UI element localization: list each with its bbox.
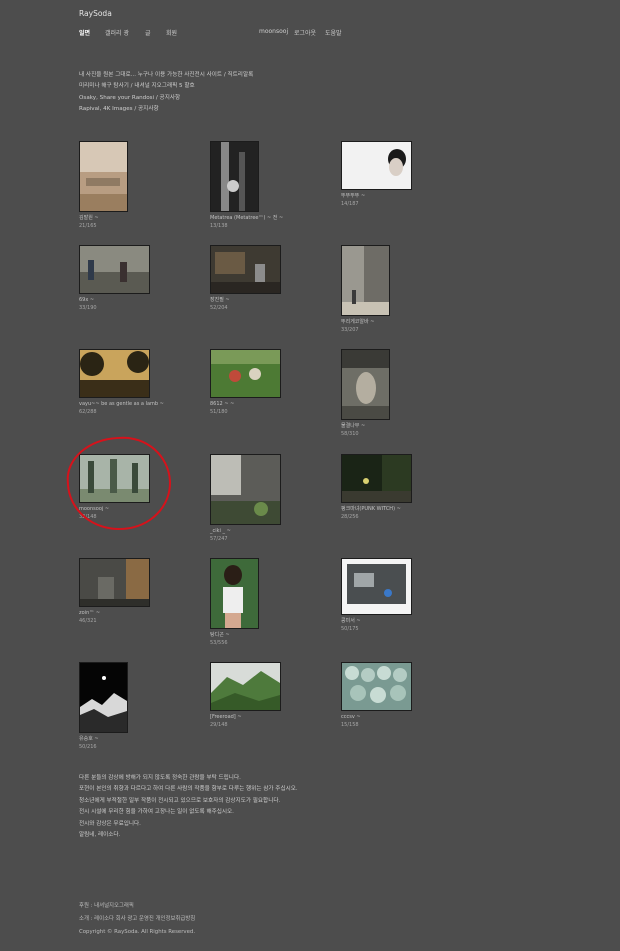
- gallery-item: 콩미서 ~ 50/175: [341, 558, 461, 633]
- gallery-item: _ciki _ ~ 57/247: [210, 454, 330, 543]
- gallery-item: 69x ~ 33/190: [79, 245, 199, 312]
- gallery-notice: 다른 분들의 감상에 방해가 되지 않도록 정숙한 관람을 부탁 드립니다. 포…: [79, 773, 298, 841]
- gallery-caption[interactable]: 69x ~: [79, 296, 199, 304]
- notice-line: 알림네, 레이소다.: [79, 832, 121, 839]
- footer-copyright: Copyright © RaySoda. All Rights Reserved…: [79, 929, 196, 935]
- gallery-item: zoin™ ~ 46/321: [79, 558, 199, 625]
- gallery-thumbnail[interactable]: [79, 141, 128, 212]
- intro-link[interactable]: 미리미나 해구 탐사기 / 내셔널 지오그래픽 5 할호: [79, 81, 253, 92]
- gallery-item: 뚜리게코알바 ~ 33/207: [341, 245, 461, 334]
- gallery-caption[interactable]: 8612 ~ ~: [210, 400, 330, 408]
- gallery-thumbnail[interactable]: [210, 558, 259, 629]
- gallery-count: 46/321: [79, 618, 97, 624]
- gallery-thumbnail[interactable]: [79, 454, 150, 503]
- gallery-caption[interactable]: [Freeroad] ~: [210, 713, 330, 721]
- gallery-item: 유승호 ~ 50/216: [79, 662, 199, 751]
- notice-line: 전시와 감상은 무료입니다.: [79, 820, 141, 827]
- gallery-item: 8612 ~ ~ 51/180: [210, 349, 330, 416]
- nav-item-logout[interactable]: 로그아웃: [294, 28, 316, 37]
- gallery-item: moonsooj ~ 32/148: [79, 454, 199, 521]
- gallery-thumbnail[interactable]: [210, 349, 281, 398]
- gallery-caption[interactable]: _ciki _ ~: [210, 527, 330, 535]
- gallery-thumbnail[interactable]: [341, 141, 412, 190]
- gallery-thumbnail[interactable]: [341, 662, 412, 711]
- intro-link[interactable]: Rapival, 4K Images / 공지사항: [79, 104, 253, 115]
- notice-line: 다른 분들의 감상에 방해가 되지 않도록 정숙한 관람을 부탁 드립니다.: [79, 775, 241, 781]
- nav-item-gallery[interactable]: 갤러리 광: [105, 28, 129, 37]
- gallery-count: 21/165: [79, 223, 97, 229]
- gallery-thumbnail[interactable]: [210, 245, 281, 294]
- nav-item-posts[interactable]: 글: [145, 28, 151, 37]
- gallery-caption[interactable]: 펑크마녀(PUNK WITCH) ~: [341, 505, 461, 513]
- nav-item-members[interactable]: 회원: [166, 28, 177, 37]
- gallery-item: 장진필 ~ 52/204: [210, 245, 330, 312]
- gallery-count: 33/190: [79, 305, 97, 311]
- notice-line: 포현이 본인의 취향과 다르다고 하여 다른 사람의 작품을 함부로 다루는 행…: [79, 786, 298, 793]
- gallery-caption[interactable]: 유승호 ~: [79, 735, 199, 743]
- gallery-thumbnail[interactable]: [79, 245, 150, 294]
- gallery-item: [Freeroad] ~ 29/148: [210, 662, 330, 729]
- gallery-count: 50/175: [341, 626, 359, 632]
- gallery-thumbnail[interactable]: [210, 141, 259, 212]
- gallery-count: 62/288: [79, 409, 97, 415]
- gallery-caption[interactable]: Metatrea (Metatree™) ~ 전 ~: [210, 214, 330, 222]
- gallery-caption[interactable]: vayu~~ be as gentle as a lamb ~: [79, 400, 199, 408]
- gallery-count: 13/138: [210, 223, 228, 229]
- gallery-item: 뚜뚜뚜뚜 ~ 14/187: [341, 141, 461, 208]
- gallery-thumbnail[interactable]: [210, 662, 281, 711]
- footer-sponsor[interactable]: 후원 : 내셔널지오그래픽: [79, 900, 195, 913]
- gallery-thumbnail[interactable]: [210, 454, 281, 525]
- gallery-item: 탕디곤 ~ 53/556: [210, 558, 330, 647]
- gallery-caption[interactable]: zoin™ ~: [79, 609, 199, 617]
- gallery-caption[interactable]: 뚜리게코알바 ~: [341, 318, 461, 326]
- footer-links[interactable]: 소개 : 레이소다 회사 광고 운영진 개인정보취급방침: [79, 913, 195, 926]
- gallery-thumbnail[interactable]: [79, 662, 128, 733]
- gallery-count: 58/310: [341, 431, 359, 437]
- gallery-count: 32/148: [79, 514, 97, 520]
- gallery-thumbnail[interactable]: [79, 349, 150, 398]
- gallery-count: 51/180: [210, 409, 228, 415]
- gallery-item: Metatrea (Metatree™) ~ 전 ~ 13/138: [210, 141, 330, 230]
- nav-item-user[interactable]: moonsooj: [259, 28, 288, 35]
- gallery-item: vayu~~ be as gentle as a lamb ~ 62/288: [79, 349, 199, 416]
- gallery-caption[interactable]: 콩미서 ~: [341, 617, 461, 625]
- gallery-caption[interactable]: 장진필 ~: [210, 296, 330, 304]
- gallery-caption[interactable]: moonsooj ~: [79, 505, 199, 513]
- gallery-count: 57/247: [210, 536, 228, 542]
- gallery-item: 김발원 ~ 21/165: [79, 141, 199, 230]
- notice-line: 청소년에게 부적절한 일부 작품이 전시되고 있으므로 보호자의 감상지도가 필…: [79, 797, 281, 804]
- gallery-caption[interactable]: 김발원 ~: [79, 214, 199, 222]
- gallery-thumbnail[interactable]: [341, 349, 390, 420]
- intro-link[interactable]: Osaky, Share your Randosi / 공지사항: [79, 93, 253, 104]
- gallery-count: 33/207: [341, 327, 359, 333]
- gallery-thumbnail[interactable]: [341, 245, 390, 316]
- gallery-caption[interactable]: 물결나무 ~: [341, 422, 461, 430]
- intro-notices: 내 사진을 원본 그대로... 누구나 이용 가능한 사진전시 사이트 / 직트…: [79, 70, 253, 115]
- nav-item-home[interactable]: 일면: [79, 28, 90, 37]
- nav-item-help[interactable]: 도움말: [325, 28, 342, 37]
- gallery-item: cccsv ~ 15/158: [341, 662, 461, 729]
- gallery-caption[interactable]: cccsv ~: [341, 713, 461, 721]
- gallery-count: 53/556: [210, 640, 228, 646]
- gallery-thumbnail[interactable]: [341, 454, 412, 503]
- site-logo[interactable]: RaySoda: [79, 9, 112, 18]
- notice-line: 전시 시설에 무리한 힘을 가하여 고장나는 일이 없도록 해주십시오.: [79, 809, 234, 816]
- gallery-count: 15/158: [341, 722, 359, 728]
- gallery-caption[interactable]: 탕디곤 ~: [210, 631, 330, 639]
- gallery-count: 14/187: [341, 201, 359, 207]
- gallery-count: 52/204: [210, 305, 228, 311]
- gallery-count: 50/216: [79, 744, 97, 750]
- main-navigation: 일면 갤러리 광 글 회원 moonsooj 로그아웃 도움말: [79, 28, 620, 38]
- intro-link[interactable]: 내 사진을 원본 그대로... 누구나 이용 가능한 사진전시 사이트 / 직트…: [79, 70, 253, 81]
- footer: 후원 : 내셔널지오그래픽 소개 : 레이소다 회사 광고 운영진 개인정보취급…: [79, 900, 195, 939]
- gallery-item: 펑크마녀(PUNK WITCH) ~ 28/256: [341, 454, 461, 521]
- gallery-count: 28/256: [341, 514, 359, 520]
- gallery-item: 물결나무 ~ 58/310: [341, 349, 461, 438]
- gallery-count: 29/148: [210, 722, 228, 728]
- gallery-thumbnail[interactable]: [79, 558, 150, 607]
- gallery-thumbnail[interactable]: [341, 558, 412, 615]
- gallery-caption[interactable]: 뚜뚜뚜뚜 ~: [341, 192, 461, 200]
